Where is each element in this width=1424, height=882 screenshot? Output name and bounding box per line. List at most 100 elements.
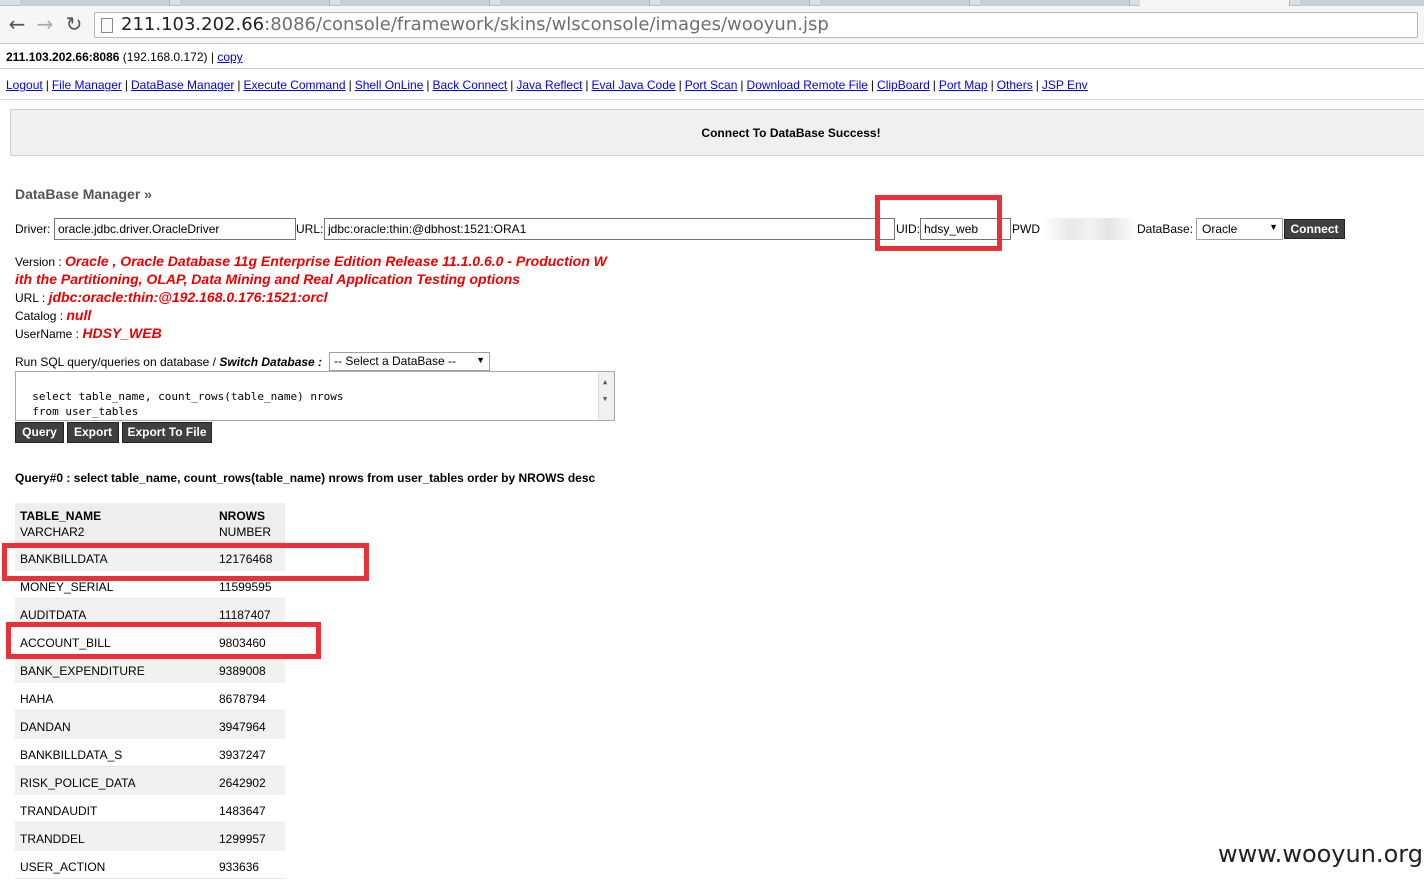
cell-table-name: DANDAN	[20, 720, 71, 734]
export-to-file-button[interactable]: Export To File	[122, 422, 212, 443]
cell-table-name: AUDITDATA	[20, 608, 87, 622]
menu-link-execute-command[interactable]: Execute Command	[244, 78, 346, 92]
column-header-table-name: TABLE_NAME VARCHAR2	[20, 509, 102, 539]
switch-database-value: -- Select a DataBase --	[334, 354, 457, 368]
menu-link-others[interactable]: Others	[997, 78, 1033, 92]
export-button[interactable]: Export	[67, 422, 119, 443]
menu-link-port-scan[interactable]: Port Scan	[685, 78, 738, 92]
cell-nrows: 1483647	[219, 804, 266, 818]
table-row: BANKBILLDATA_S 3937247	[15, 739, 285, 767]
sql-query-textarea[interactable]: select table_name, count_rows(table_name…	[15, 371, 615, 421]
status-banner: Connect To DataBase Success!	[10, 109, 1424, 156]
sql-label: Run SQL query/queries on database / Swit…	[15, 355, 322, 369]
address-text[interactable]: 211.103.202.66:8086/console/framework/sk…	[121, 15, 829, 35]
database-select[interactable]: Oracle ▼	[1196, 218, 1283, 240]
menu-separator: |	[426, 78, 430, 92]
cell-table-name: TRANDAUDIT	[20, 804, 98, 818]
cell-table-name: HAHA	[20, 692, 54, 706]
menu-link-eval-java-code[interactable]: Eval Java Code	[592, 78, 676, 92]
url-path: :8086/console/framework/skins/wlsconsole…	[264, 14, 829, 35]
menu-separator: |	[990, 78, 994, 92]
cell-table-name: USER_ACTION	[20, 860, 106, 874]
cell-table-name: ACCOUNT_BILL	[20, 636, 111, 650]
host-info: 211.103.202.66:8086 (192.168.0.172) | co…	[6, 50, 243, 64]
table-row: TRANDDEL 1299957	[15, 823, 285, 851]
pwd-label: PWD	[1012, 222, 1040, 236]
url-input[interactable]	[324, 218, 895, 240]
menu-link-logout[interactable]: Logout	[6, 78, 43, 92]
version-value-cont: ith the Partitioning, OLAP, Data Mining …	[15, 271, 521, 287]
menu-link-download-remote-file[interactable]: Download Remote File	[747, 78, 868, 92]
menu-separator: |	[870, 78, 875, 92]
catalog-value: null	[66, 307, 92, 323]
menu-separator: |	[932, 78, 936, 92]
watermark: www.wooyun.org	[1218, 840, 1423, 868]
menu-separator: |	[237, 78, 241, 92]
status-message: Connect To DataBase Success!	[701, 126, 881, 140]
cell-nrows: 3937247	[219, 748, 266, 762]
table-row: ACCOUNT_BILL 9803460	[15, 627, 285, 655]
menu-link-java-reflect[interactable]: Java Reflect	[516, 78, 582, 92]
table-row: BANK_EXPENDITURE 9389008	[15, 655, 285, 683]
switch-database-select[interactable]: -- Select a DataBase -- ▼	[329, 352, 490, 371]
info-url-label: URL :	[15, 291, 46, 305]
query-title: Query#0 : select table_name, count_rows(…	[15, 471, 596, 485]
menu-link-file-manager[interactable]: File Manager	[52, 78, 122, 92]
menu-separator: |	[585, 78, 589, 92]
scrollbar[interactable]: ▲ ▼	[598, 372, 614, 420]
back-arrow-icon[interactable]: ←	[5, 12, 29, 36]
address-bar[interactable]: 211.103.202.66:8086/console/framework/sk…	[94, 12, 1418, 38]
cell-nrows: 9803460	[219, 636, 266, 650]
password-input[interactable]	[1042, 218, 1137, 240]
menu-separator: |	[45, 78, 49, 92]
cell-table-name: TRANDDEL	[20, 832, 85, 846]
connect-button[interactable]: Connect	[1284, 219, 1345, 239]
table-header: TABLE_NAME VARCHAR2 NROWS NUMBER	[15, 503, 285, 543]
menu-link-jsp-env[interactable]: JSP Env	[1042, 78, 1088, 92]
menu-link-port-map[interactable]: Port Map	[939, 78, 988, 92]
cell-table-name: BANK_EXPENDITURE	[20, 664, 145, 678]
cell-nrows: 8678794	[219, 692, 266, 706]
copy-link[interactable]: copy	[217, 50, 242, 64]
menu-link-shell-online[interactable]: Shell OnLine	[355, 78, 424, 92]
query-button[interactable]: Query	[15, 422, 64, 443]
menu-link-clipboard[interactable]: ClipBoard	[877, 78, 930, 92]
cell-table-name: BANKBILLDATA_S	[20, 748, 123, 762]
host-address: 211.103.202.66:8086	[6, 50, 120, 64]
driver-label: Driver:	[15, 222, 51, 236]
menu-separator: |	[678, 78, 682, 92]
switch-database-label: Switch Database :	[219, 355, 323, 369]
menu-link-database-manager[interactable]: DataBase Manager	[131, 78, 234, 92]
section-title: DataBase Manager »	[15, 186, 152, 202]
cell-nrows: 12176468	[219, 552, 273, 566]
url-host: 211.103.202.66	[121, 14, 265, 35]
cell-nrows: 9389008	[219, 664, 266, 678]
cell-nrows: 1299957	[219, 832, 266, 846]
menu-separator: |	[510, 78, 514, 92]
cell-nrows: 11599595	[219, 580, 272, 594]
menu-separator: |	[1035, 78, 1039, 92]
cell-nrows: 11187407	[219, 608, 271, 622]
database-label: DataBase:	[1137, 222, 1194, 236]
driver-input[interactable]	[54, 218, 296, 240]
menu-separator: |	[740, 78, 744, 92]
table-row: DANDAN 3947964	[15, 711, 285, 739]
page-icon	[101, 18, 113, 33]
internal-ip: (192.168.0.172)	[122, 50, 208, 64]
scroll-down-icon[interactable]: ▼	[603, 392, 607, 407]
menu-separator: |	[124, 78, 128, 92]
username-label: UserName :	[15, 327, 80, 341]
url-label: URL:	[296, 222, 324, 236]
reload-icon[interactable]: ↻	[62, 12, 86, 36]
scroll-up-icon[interactable]: ▲	[603, 375, 607, 390]
separator: |	[210, 50, 214, 64]
uid-input[interactable]	[920, 218, 1011, 240]
forward-arrow-icon[interactable]: →	[33, 12, 57, 36]
sql-label-prefix: Run SQL query/queries on database /	[15, 355, 220, 369]
cell-table-name: MONEY_SERIAL	[20, 580, 114, 594]
version-value: Oracle , Oracle Database 11g Enterprise …	[65, 253, 607, 269]
cell-nrows: 2642902	[219, 776, 266, 790]
table-row: MONEY_SERIAL 11599595	[15, 571, 285, 599]
table-row: HAHA 8678794	[15, 683, 285, 711]
menu-link-back-connect[interactable]: Back Connect	[433, 78, 508, 92]
